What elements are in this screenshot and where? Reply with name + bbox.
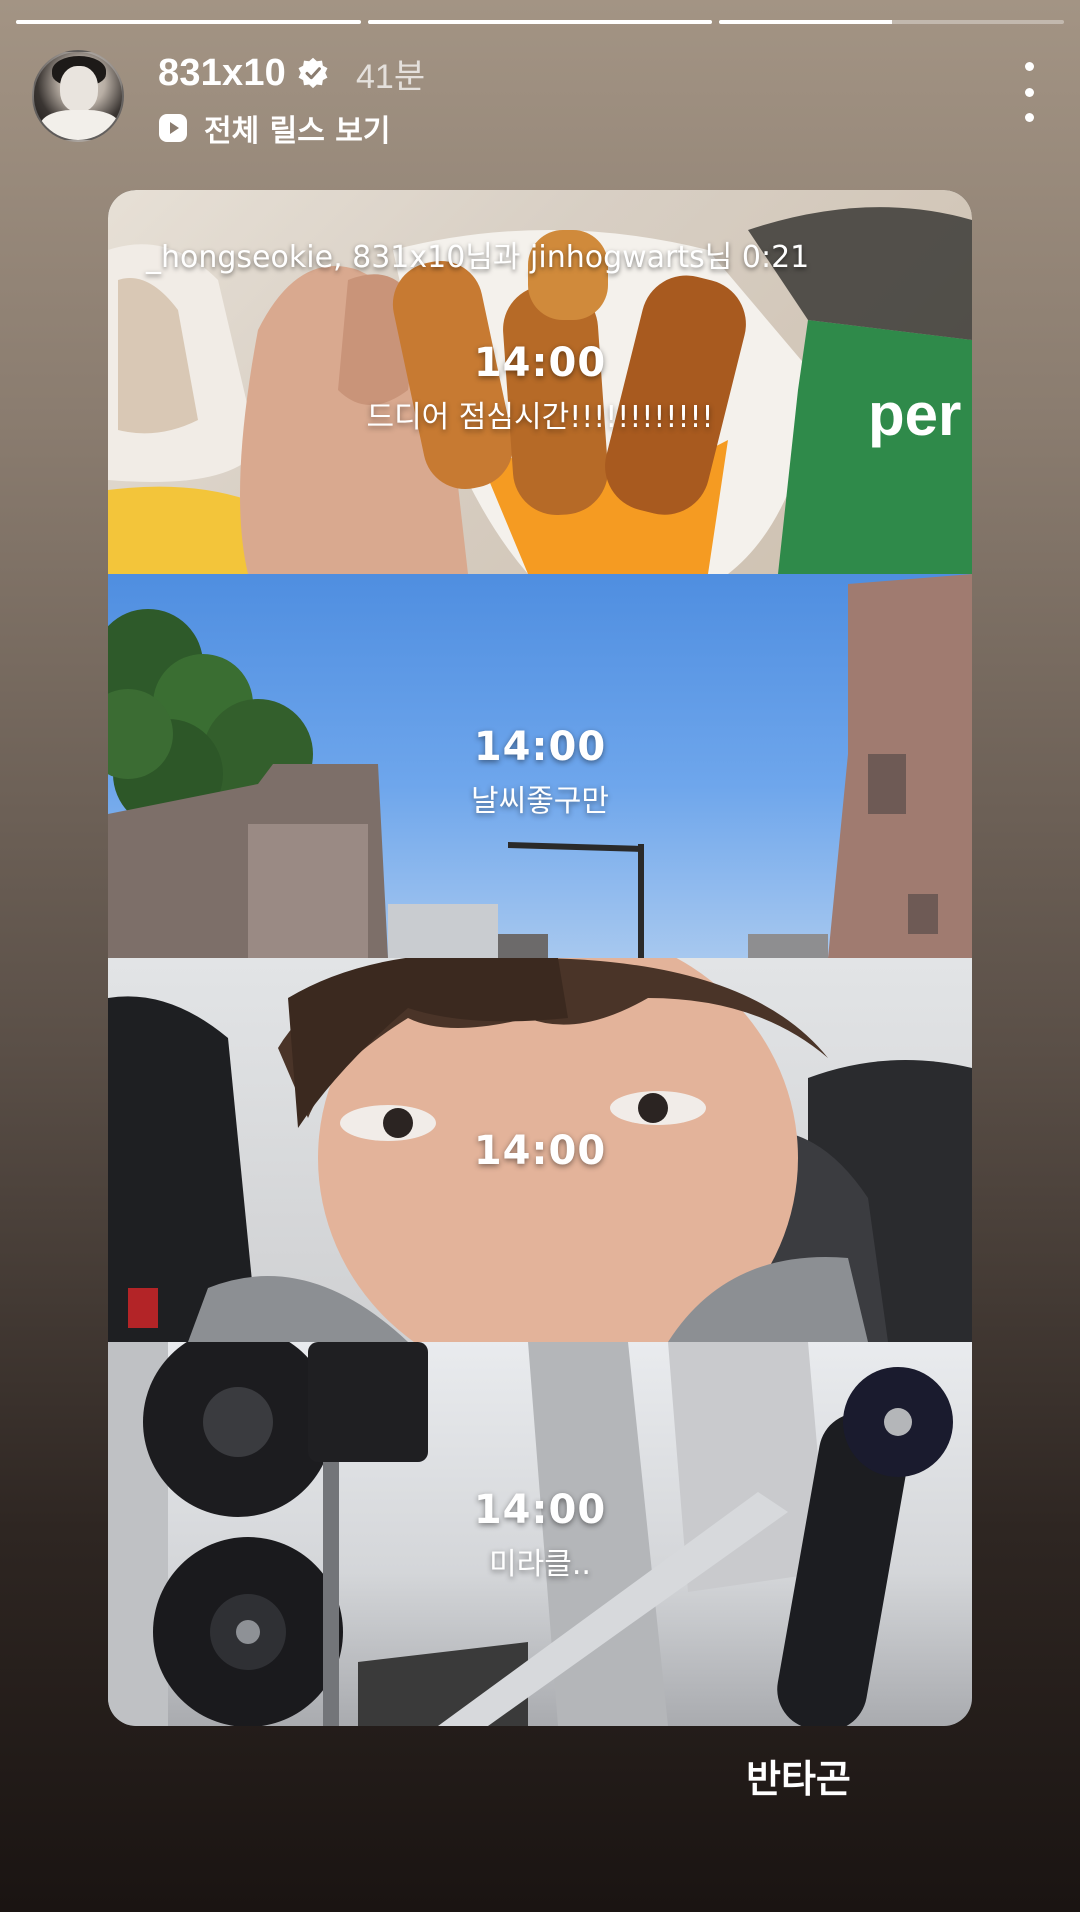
view-all-reels-label: 전체 릴스 보기: [204, 114, 391, 149]
panel-overlay: 14:00: [108, 1128, 972, 1174]
view-all-reels-link[interactable]: 전체 릴스 보기: [158, 108, 391, 149]
collage-panel-selfie: 14:00: [108, 958, 972, 1342]
story-progress-fill: [16, 20, 361, 24]
panel-time: 14:00: [473, 1487, 607, 1533]
time-ago: 41분: [356, 57, 426, 96]
story-text-sticker: 반타곤: [746, 1757, 851, 1801]
panel-caption: 날씨좋구만: [471, 784, 609, 819]
story-collage[interactable]: per _hongseokie, 831x10님과 jinhogwarts님 0…: [108, 190, 972, 1726]
panel-caption: 드디어 점심시간!!!!!!!!!!!!: [366, 400, 714, 435]
panel-overlay: 14:00 날씨좋구만: [108, 724, 972, 820]
story-progress-fill: [719, 20, 892, 24]
collage-panel-sky: 14:00 날씨좋구만: [108, 574, 972, 958]
verified-badge-icon: [298, 57, 328, 89]
panel-caption: 미라클..: [489, 1547, 591, 1582]
avatar[interactable]: [32, 50, 124, 142]
panel-overlay: 14:00 미라클..: [108, 1487, 972, 1583]
play-square-icon: [159, 114, 187, 142]
tagged-users-line[interactable]: _hongseokie, 831x10님과 jinhogwarts님 0:21: [146, 232, 809, 276]
panel-overlay: 14:00 드디어 점심시간!!!!!!!!!!!!: [108, 340, 972, 436]
collage-panel-lunch: per _hongseokie, 831x10님과 jinhogwarts님 0…: [108, 190, 972, 574]
story-header: 831x10 41분 전체 릴스 보기: [32, 48, 1056, 149]
panel-time: 14:00: [473, 724, 607, 770]
panel-time: 14:00: [473, 340, 607, 386]
story-progress-segment: [367, 20, 713, 24]
story-progress-fill: [367, 20, 713, 24]
user-row: 831x10 41분: [158, 48, 425, 98]
story-progress-segment: [16, 20, 361, 24]
username[interactable]: 831x10: [158, 52, 286, 95]
story-progress-segment: [719, 20, 1065, 24]
more-vertical-icon[interactable]: [1014, 62, 1044, 122]
collage-panel-gym: 14:00 미라클..: [108, 1342, 972, 1726]
story-progress-bars: [16, 20, 1065, 25]
panel-time: 14:00: [473, 1128, 607, 1174]
